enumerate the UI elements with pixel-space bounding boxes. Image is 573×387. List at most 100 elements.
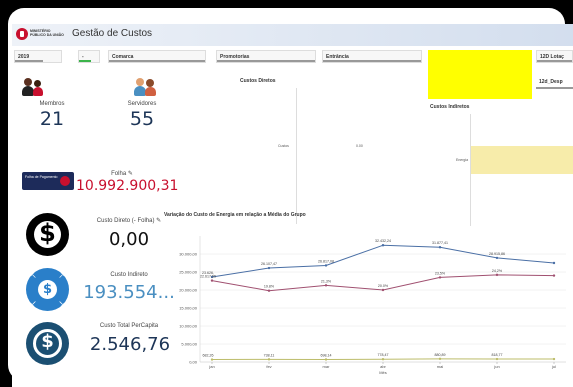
filter-indicator [536,87,573,89]
custo-total-label: Custo Total PerCapita [99,323,159,329]
y-tick-label: 15.000,00 [179,306,198,311]
y-tick-label: 20.000,00 [179,288,198,293]
series-2-point [324,284,328,287]
custos-diretos-value: 0.00 [356,144,363,148]
series-3-point [381,357,385,361]
yellow-highlight-box [428,50,532,99]
y-tick-label: 10.000,00 [179,324,198,329]
data-label: 26.817,08 [318,259,334,263]
x-tick-label: jul [551,364,556,369]
folha-value: 10.992.900,31 [76,178,179,194]
app-title: Gestão de Custos [72,28,153,39]
edit-pencil-icon[interactable]: ✎ [156,218,161,224]
x-tick-label: jan [208,364,214,369]
data-label: 32.432,24 [375,239,391,243]
data-label: 818,77 [492,353,503,357]
filter-year[interactable]: 2019 [14,50,62,63]
folha-pagamento-badge: Folha de Pagamento [22,172,74,190]
series-3-point [495,357,499,361]
series-3-point [324,358,328,361]
members-icon [22,78,46,96]
custo-direto-label-row: Custo Direto (- Folha) ✎ [84,217,174,224]
x-tick-label: fev [266,364,271,369]
data-label: 20.0% [378,284,389,288]
series-2-point [552,274,556,277]
series-3-point [552,357,556,361]
series-1-point [381,244,385,247]
data-label: 880,89 [435,353,446,357]
logo-emblem-icon [16,28,28,40]
custo-indireto-label: Custo Indireto [110,272,148,278]
data-label: 682,26 [203,354,214,358]
series-2-point [438,276,442,279]
custos-indiretos-title: Custos Indiretos [430,104,470,110]
energy-line-chart: 30.000,00 25.000,00 20.000,00 15.000,00 10.0… [164,228,573,378]
series-1-point [324,264,328,267]
x-axis-label: Mês [379,370,387,375]
y-tick-label: 25.000,00 [179,270,198,275]
members-value: 21 [39,108,65,130]
dashboard: MINISTÉRIO PÚBLICO DA UNIÃO Gestão de Cu… [12,24,573,387]
header-bar: MINISTÉRIO PÚBLICO DA UNIÃO Gestão de Cu… [12,24,573,46]
data-label: 24,2% [492,269,503,273]
cycle-dollar-icon: $ [26,322,69,365]
x-tick-label: mar [323,364,331,369]
data-label: 19.8% [264,285,275,289]
institution-logo: MINISTÉRIO PÚBLICO DA UNIÃO [16,28,64,42]
filter-indicator [109,60,205,62]
filter-entrancia[interactable]: Entrância [322,50,422,63]
y-tick-label: 0,00 [189,360,198,365]
filter-indicator [537,60,572,62]
filter-despesa-label: 12d_Desp [539,79,563,85]
filter-despesa[interactable]: 12d_Desp [536,76,573,89]
folha-badge-emblem-icon [60,176,70,186]
custos-indiretos-category: Energia [456,158,469,162]
data-label: 738,11 [264,353,275,357]
data-label: 21,3% [321,279,332,283]
filter-indicator [15,60,43,62]
series-1-point [267,266,271,270]
servants-label: Servidores [127,101,157,107]
energy-chart-svg: 30.000,00 25.000,00 20.000,00 15.000,00 10.0… [179,236,566,375]
custos-indiretos-bar [471,146,573,174]
x-tick-label: jun [493,364,499,369]
filter-indicator [323,60,421,62]
money-arrows-icon: $ ↖ ↗ ↙ ↘ [26,268,69,311]
filter-month[interactable]: - [78,50,100,63]
data-label: 28.915,86 [489,252,505,256]
filter-lotacao[interactable]: 12D Lotaç [536,50,573,63]
x-tick-label: mai [437,364,444,369]
folha-badge-text: Folha de Pagamento [25,175,58,179]
logo-text: MINISTÉRIO PÚBLICO DA UNIÃO [30,29,64,37]
custos-diretos-title: Custos Diretos [240,78,276,84]
data-label: 778,47 [378,353,389,357]
custos-diretos-axis [296,88,297,224]
edit-pencil-icon[interactable]: ✎ [128,171,133,177]
servants-value: 55 [129,108,155,130]
series-1-point [552,261,556,265]
data-label: 23,5% [435,271,446,275]
series-1-point [438,246,442,249]
data-label: 698,14 [321,353,332,357]
servants-icon [134,78,158,96]
filter-comarca[interactable]: Comarca [108,50,206,63]
folha-label-row: Folha ✎ [92,170,152,177]
series-3-point [267,358,271,361]
series-3-point [210,358,214,361]
data-label: 31.877,41 [432,241,448,245]
filter-promotorias[interactable]: Promotorias [216,50,316,63]
series-2-point [381,288,385,292]
custo-direto-label: Custo Direto (- Folha) [96,218,155,224]
members-label: Membros [39,101,65,107]
series-2-point [210,279,214,282]
folha-label: Folha [111,171,127,177]
data-label: 22.617,55 [200,275,216,279]
dollar-icon: $ [26,213,69,256]
series-1-point [495,256,499,260]
series-2-point [495,273,499,277]
filter-indicator [217,60,315,62]
y-tick-label: 5.000,00 [181,342,197,347]
custo-direto-value: 0,00 [108,229,150,250]
y-tick-label: 30.000,00 [179,252,198,257]
x-tick-label: abr [380,364,386,369]
